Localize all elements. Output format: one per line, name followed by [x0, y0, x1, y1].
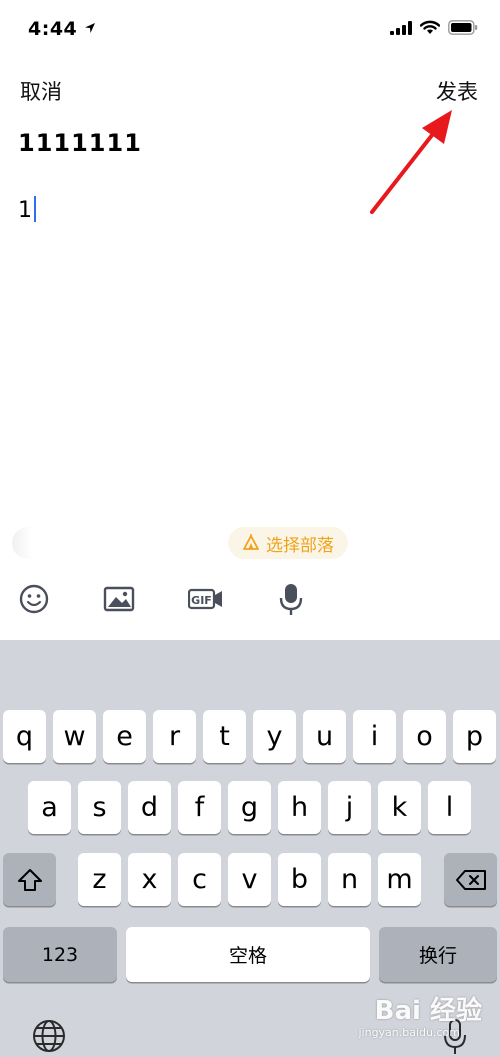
gif-icon[interactable]: GIF	[188, 582, 224, 616]
battery-icon	[448, 20, 478, 35]
microphone-icon[interactable]	[274, 582, 308, 616]
key-f[interactable]: f	[178, 781, 221, 834]
key-x[interactable]: x	[128, 853, 171, 906]
key-r[interactable]: r	[153, 710, 196, 763]
key-a[interactable]: a	[28, 781, 71, 834]
tent-icon	[243, 534, 259, 550]
annotation-arrow-icon	[370, 110, 452, 214]
key-w[interactable]: w	[53, 710, 96, 763]
cancel-button[interactable]: 取消	[20, 76, 62, 106]
image-icon[interactable]	[102, 582, 136, 616]
svg-text:GIF: GIF	[191, 594, 212, 607]
key-b[interactable]: b	[278, 853, 321, 906]
key-m[interactable]: m	[378, 853, 421, 906]
key-p[interactable]: p	[453, 710, 496, 763]
key-t[interactable]: t	[203, 710, 246, 763]
status-icons	[390, 20, 478, 35]
baidu-jingyan-watermark: Bai 经验	[374, 996, 482, 1026]
key-d[interactable]: d	[128, 781, 171, 834]
key-z[interactable]: z	[78, 853, 121, 906]
watermark-url: jingyan.baidu.com	[358, 1026, 460, 1039]
select-tribe-label: 选择部落	[266, 535, 334, 556]
globe-icon[interactable]	[31, 1018, 67, 1054]
emoji-icon[interactable]	[17, 582, 51, 616]
shift-key[interactable]	[3, 853, 56, 906]
key-j[interactable]: j	[328, 781, 371, 834]
numbers-key[interactable]: 123	[3, 927, 117, 982]
key-q[interactable]: q	[3, 710, 46, 763]
wifi-icon	[420, 20, 440, 34]
key-s[interactable]: s	[78, 781, 121, 834]
post-body-text: 1	[18, 198, 32, 223]
text-caret	[34, 196, 36, 222]
key-l[interactable]: l	[428, 781, 471, 834]
key-g[interactable]: g	[228, 781, 271, 834]
post-title[interactable]: 1111111	[18, 129, 142, 157]
status-time: 4:44	[28, 18, 96, 40]
space-key[interactable]: 空格	[126, 927, 370, 982]
backspace-key[interactable]	[444, 853, 497, 906]
cellular-signal-icon	[390, 20, 412, 35]
key-c[interactable]: c	[178, 853, 221, 906]
key-u[interactable]: u	[303, 710, 346, 763]
location-arrow-icon	[85, 23, 96, 33]
key-i[interactable]: i	[353, 710, 396, 763]
key-v[interactable]: v	[228, 853, 271, 906]
shift-arrow-icon	[17, 868, 42, 891]
key-e[interactable]: e	[103, 710, 146, 763]
key-n[interactable]: n	[328, 853, 371, 906]
key-k[interactable]: k	[378, 781, 421, 834]
key-h[interactable]: h	[278, 781, 321, 834]
return-key[interactable]: 换行	[379, 927, 497, 982]
key-o[interactable]: o	[403, 710, 446, 763]
scroll-fade-edge	[12, 527, 32, 559]
select-tribe-button[interactable]: 选择部落	[228, 527, 348, 559]
post-body-editor[interactable]: 1	[18, 196, 36, 223]
backspace-icon	[455, 869, 486, 890]
key-y[interactable]: y	[253, 710, 296, 763]
